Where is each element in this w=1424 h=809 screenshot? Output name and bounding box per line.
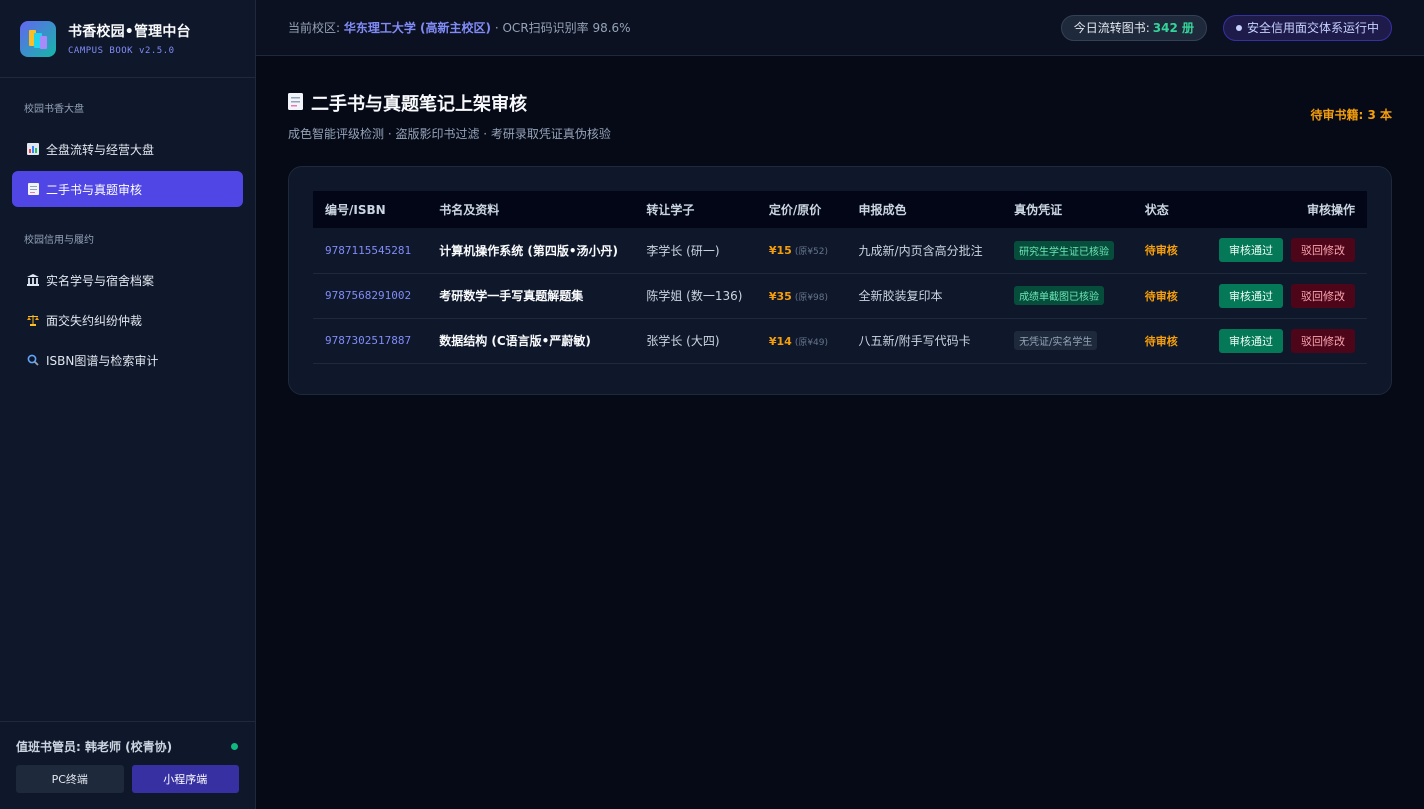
status-cell: 待审核 [1132,273,1199,319]
proof-badge: 成绩单截图已核验 [1014,286,1105,305]
col-condition: 申报成色 [858,203,907,217]
status-cell: 待审核 [1132,318,1199,364]
price-current: ¥14 [768,334,792,348]
sidebar-item-label: 面交失约纠纷仲裁 [46,313,143,328]
table-header-row: 编号/ISBN 书名及资料 转让学子 定价/原价 申报成色 真伪凭证 状态 审核… [313,191,1367,228]
price-current: ¥15 [768,244,792,258]
table-row: 9787568291002 考研数学一手写真题解题集 陈学姐 (数一136) ¥… [313,273,1367,319]
security-status-badge: 安全信用面交体系运行中 [1222,14,1392,41]
sidebar-item-label: 实名学号与宿舍档案 [46,273,155,288]
sidebar-item-dispute[interactable]: 面交失约纠纷仲裁 [12,302,243,338]
review-table: 编号/ISBN 书名及资料 转让学子 定价/原价 申报成色 真伪凭证 状态 审核… [313,191,1367,364]
table-row: 9787302517887 数据结构 (C语言版•严蔚敏) 张学长 (大四) ¥… [313,318,1367,364]
mini-program-button[interactable]: 小程序端 [131,765,239,793]
brand-version: CAMPUS BOOK v2.5.0 [68,46,175,56]
seller-cell: 陈学姐 (数一136) [634,273,757,319]
actions-cell: 审核通过 驳回修改 [1199,318,1367,364]
col-price: 定价/原价 [768,203,822,217]
ocr-rate: · OCR扫码识别率 98.6% [494,21,631,35]
approve-button[interactable]: 审核通过 [1219,283,1283,308]
approve-button[interactable]: 审核通过 [1219,328,1283,353]
online-status-dot [231,743,238,750]
sidebar-item-book-review[interactable]: 二手书与真题审核 [12,171,243,207]
proof-badge: 无凭证/实名学生 [1014,331,1098,350]
campus-prefix: 当前校区: [288,21,341,35]
today-label: 今日流转图书: [1073,21,1150,35]
sidebar: 书香校园•管理中台 CAMPUS BOOK v2.5.0 校园书香大盘 全盘流转… [0,0,256,809]
price-original: (原¥52) [794,247,829,258]
isbn-cell: 9787568291002 [313,273,428,319]
price-cell: ¥15 (原¥52) [756,228,847,274]
col-status: 状态 [1144,203,1169,217]
status-cell: 待审核 [1132,228,1199,274]
book-title-cell: 数据结构 (C语言版•严蔚敏) [427,318,635,364]
books-logo-icon [20,20,56,57]
proof-cell: 无凭证/实名学生 [1002,318,1133,364]
scales-icon [26,313,40,327]
price-original: (原¥49) [794,337,829,348]
col-seller: 转让学子 [646,203,695,217]
today-circulation-badge: 今日流转图书: 342 册 [1060,14,1207,41]
pending-count: 待审书籍: 3 本 [1310,108,1392,122]
proof-cell: 成绩单截图已核验 [1002,273,1133,319]
seller-cell: 李学长 (研一) [634,228,757,274]
price-cell: ¥35 (原¥98) [756,273,847,319]
sidebar-item-overview[interactable]: 全盘流转与经营大盘 [12,131,243,167]
sidebar-footer: 值班书管员: 韩老师 (校青协) PC终端 小程序端 [0,721,255,809]
col-isbn: 编号/ISBN [325,203,386,217]
sidebar-item-label: 二手书与真题审核 [46,182,143,197]
condition-cell: 八五新/附手写代码卡 [846,318,1003,364]
proof-badge: 研究生学生证已核验 [1014,240,1115,260]
reject-button[interactable]: 驳回修改 [1291,238,1355,263]
price-current: ¥35 [768,289,792,303]
table-row: 9787115545281 计算机操作系统 (第四版•汤小丹) 李学长 (研一)… [313,228,1367,274]
sidebar-item-isbn-audit[interactable]: ISBN图谱与检索审计 [12,342,243,378]
actions-cell: 审核通过 驳回修改 [1199,228,1367,274]
isbn-cell: 9787115545281 [313,228,428,274]
status-dot-icon [1235,24,1242,31]
condition-cell: 全新胶装复印本 [846,273,1003,319]
book-title-cell: 考研数学一手写真题解题集 [427,273,635,319]
main-area: 当前校区: 华东理工大学 (高新主校区) · OCR扫码识别率 98.6% 今日… [256,0,1424,809]
reject-button[interactable]: 驳回修改 [1291,328,1355,353]
condition-cell: 九成新/内页含高分批注 [846,228,1003,274]
security-status-label: 安全信用面交体系运行中 [1246,21,1379,35]
brand: 书香校园•管理中台 CAMPUS BOOK v2.5.0 [0,0,255,78]
nav-group-title-credit: 校园信用与履约 [24,235,94,246]
document-icon [26,182,40,196]
duty-librarian: 值班书管员: 韩老师 (校青协) [16,740,173,754]
sidebar-item-label: ISBN图谱与检索审计 [46,353,159,368]
page-title: 二手书与真题笔记上架审核 [288,90,611,116]
campus-info: 当前校区: 华东理工大学 (高新主校区) · OCR扫码识别率 98.6% [288,19,631,36]
page-subtitle: 成色智能评级检测 · 盗版影印书过滤 · 考研录取凭证真伪核验 [288,127,611,141]
brand-title: 书香校园•管理中台 [68,24,191,40]
col-book: 书名及资料 [439,203,500,217]
magnifier-icon [26,353,40,367]
page-title-text: 二手书与真题笔记上架审核 [311,94,527,115]
col-proof: 真伪凭证 [1014,203,1063,217]
isbn-cell: 9787302517887 [313,318,428,364]
proof-cell: 研究生学生证已核验 [1002,228,1133,274]
seller-cell: 张学长 (大四) [634,318,757,364]
reject-button[interactable]: 驳回修改 [1291,283,1355,308]
sidebar-item-label: 全盘流转与经营大盘 [46,142,155,157]
price-cell: ¥14 (原¥49) [756,318,847,364]
approve-button[interactable]: 审核通过 [1219,238,1283,263]
actions-cell: 审核通过 驳回修改 [1199,273,1367,319]
bar-chart-icon [26,142,40,156]
nav-group-title-dashboard: 校园书香大盘 [24,104,84,115]
price-original: (原¥98) [794,292,829,303]
review-table-card: 编号/ISBN 书名及资料 转让学子 定价/原价 申报成色 真伪凭证 状态 审核… [288,166,1392,395]
today-value: 342 册 [1152,21,1194,35]
document-icon [288,92,303,114]
bank-icon [26,273,40,287]
campus-name: 华东理工大学 (高新主校区) [343,21,492,35]
col-actions: 审核操作 [1306,203,1355,217]
sidebar-item-student-archive[interactable]: 实名学号与宿舍档案 [12,262,243,298]
book-title-cell: 计算机操作系统 (第四版•汤小丹) [427,228,635,274]
pc-terminal-button[interactable]: PC终端 [16,765,124,793]
topbar: 当前校区: 华东理工大学 (高新主校区) · OCR扫码识别率 98.6% 今日… [256,0,1424,56]
